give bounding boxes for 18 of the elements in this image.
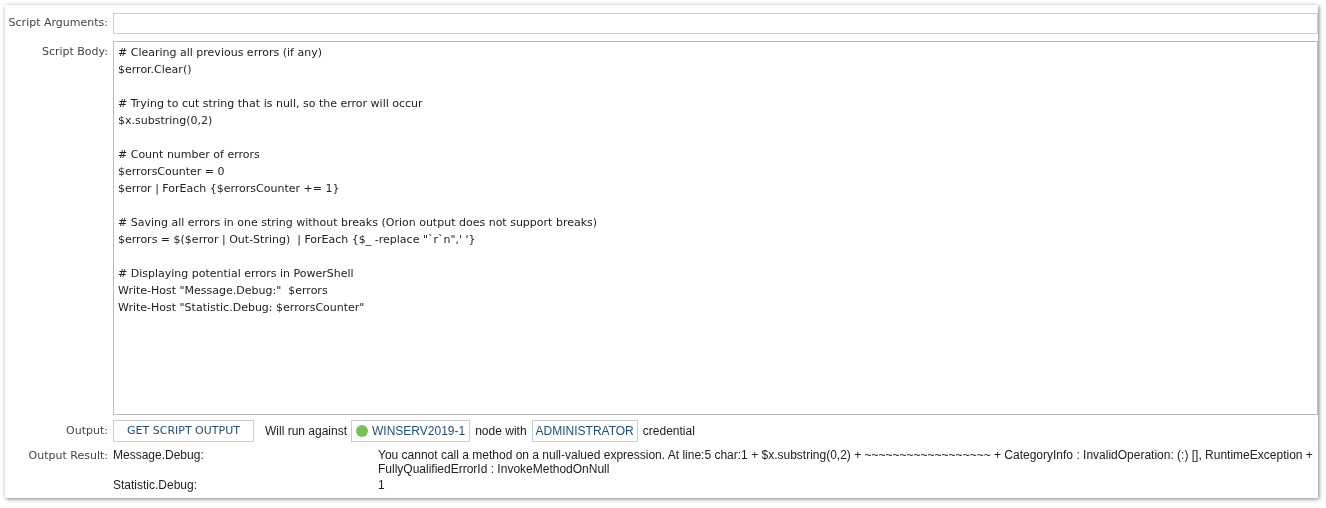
result-name: Statistic.Debug: [113, 478, 199, 492]
field-label: Output Result: [27, 448, 109, 464]
get-output-button[interactable]: GET SCRIPT OUTPUT [113, 420, 254, 442]
info-text: Will run against [265, 423, 348, 440]
node-name: WINSERV2019-1 [372, 423, 466, 440]
result-value: You cannot call a method on a null-valued expression. At line:5 char:1 + $x.substring(0,2) + ~~~~~~~~~~~~~~~~~~ + CategoryInfo : InvalidOperation: (:) [], RuntimeException + FullyQualifiedErrorId : InvokeMethodOnNull [378, 448, 1314, 476]
info-text: credential [642, 423, 695, 440]
field-label: Script Arguments: [7, 15, 109, 32]
code-text: # Clearing all previous errors (if any) $error.Clear() # Trying to cut string that is null, so the error will occur $x.substring(0,2) # Count number of errors $errorsCounter = 0 $error | ForEach {$errorsCounter += 1} # Saving all errors in one string without breaks (Orion output does not support breaks) $errors = $($error | Out-String) | ForEach {$_ -replace "`r`n",' '} # Displaying potential errors in PowerShell Write-Host "Message.Debug:" $errors Write-Host "Statistic.Debug: $errorsCounter" [118, 45, 599, 316]
input-field[interactable] [113, 13, 1318, 34]
node-tag[interactable]: WINSERV2019-1 [351, 420, 471, 442]
field-label: Output: [65, 422, 109, 439]
info-text: node with [475, 423, 527, 440]
result-value: 1 [378, 478, 386, 492]
result-name: Message.Debug: [113, 448, 205, 464]
code-editor[interactable] [113, 41, 1318, 415]
credential-tag[interactable]: ADMINISTRATOR [531, 420, 638, 442]
field-label: Script Body: [40, 44, 109, 60]
